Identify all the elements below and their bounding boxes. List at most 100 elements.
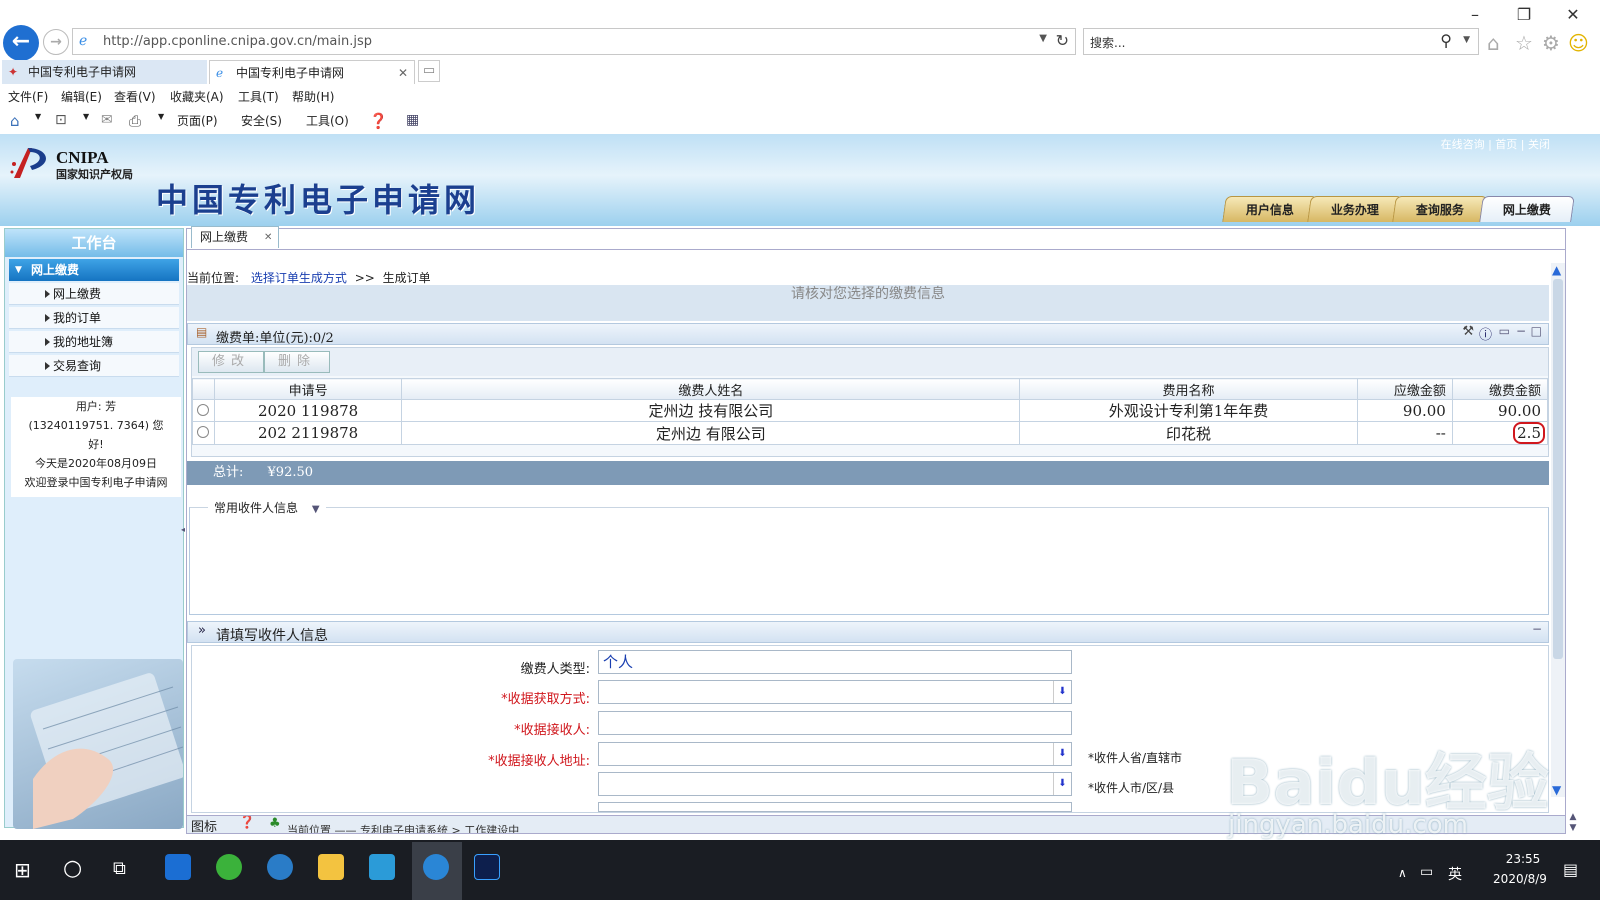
scroll-up-icon[interactable]: ▲ bbox=[1552, 263, 1561, 277]
network-icon[interactable]: ▭ bbox=[1420, 864, 1433, 880]
edge-icon[interactable] bbox=[165, 854, 191, 880]
rss-icon[interactable]: ⊡ bbox=[55, 112, 67, 128]
row-radio[interactable] bbox=[197, 403, 210, 416]
home-icon[interactable]: ⌂ bbox=[10, 112, 20, 130]
payer-type-field[interactable]: 个人 bbox=[598, 650, 1072, 674]
sidebar-item-online-payment[interactable]: 网上缴费 bbox=[9, 283, 179, 305]
help-icon[interactable]: ❓ bbox=[369, 112, 388, 130]
city-select[interactable]: ⬇ bbox=[598, 772, 1072, 796]
chevron-up-icon[interactable]: ∧ bbox=[1398, 866, 1407, 880]
col-app-no[interactable]: 申请号 bbox=[213, 378, 403, 400]
menu-tools[interactable]: 工具(T) bbox=[238, 88, 279, 105]
home-icon[interactable]: ⌂ bbox=[1487, 31, 1500, 55]
chevron-down-icon[interactable]: ⬇ bbox=[1053, 681, 1071, 703]
windows-start-icon[interactable]: ⊞ bbox=[14, 858, 31, 882]
tab-query[interactable]: 查询服务 bbox=[1392, 196, 1488, 222]
menu-view[interactable]: 查看(V) bbox=[114, 88, 156, 105]
col-payer[interactable]: 缴费人姓名 bbox=[401, 378, 1021, 400]
browser-360-icon[interactable] bbox=[216, 854, 242, 880]
help-icon[interactable]: ❓ bbox=[239, 816, 255, 830]
clock-date[interactable]: 2020/8/9 bbox=[1480, 872, 1560, 886]
chevron-down-icon[interactable]: ▼ bbox=[158, 112, 164, 121]
dropdown-icon[interactable]: ▼ bbox=[1039, 33, 1047, 44]
tab-close-icon[interactable]: ✕ bbox=[264, 227, 272, 248]
maximize-panel-icon[interactable]: □ bbox=[1531, 324, 1542, 338]
smiley-feedback-icon[interactable]: ☺ bbox=[1568, 31, 1589, 55]
col-paid[interactable]: 缴费金额 bbox=[1451, 378, 1549, 400]
tab-close-icon[interactable]: ✕ bbox=[398, 61, 408, 85]
photoshop-icon[interactable] bbox=[474, 854, 500, 880]
menu-edit[interactable]: 编辑(E) bbox=[61, 88, 102, 105]
tab-business[interactable]: 业务办理 bbox=[1307, 196, 1403, 222]
collapse-sidebar-icon[interactable]: ◂ bbox=[181, 525, 185, 534]
address-detail-input[interactable] bbox=[598, 802, 1072, 812]
province-select[interactable]: ⬇ bbox=[598, 742, 1072, 766]
receipt-receiver-input[interactable] bbox=[598, 711, 1072, 735]
address-bar[interactable]: ℯ http://app.cponline.cnipa.gov.cn/main.… bbox=[72, 28, 1076, 55]
menu-file[interactable]: 文件(F) bbox=[8, 88, 48, 105]
common-recipient-legend[interactable]: 常用收件人信息 ▼ bbox=[208, 499, 326, 516]
receipt-method-select[interactable]: ⬇ bbox=[598, 680, 1072, 704]
ime-indicator[interactable]: 英 bbox=[1448, 864, 1462, 884]
browser-tab-2[interactable]: ℯ 中国专利电子申请网 ✕ bbox=[209, 60, 415, 84]
content-tab[interactable]: 网上缴费 ✕ bbox=[191, 226, 279, 248]
cmd-page[interactable]: 页面(P) bbox=[177, 112, 218, 129]
gear-icon[interactable]: ⚙ bbox=[1542, 31, 1560, 55]
scroll-down-icon[interactable]: ▼ bbox=[1552, 783, 1561, 797]
page-scroll-icon[interactable]: ▲ ▼ bbox=[1566, 812, 1580, 834]
internet-explorer-icon[interactable] bbox=[423, 854, 449, 880]
new-tab-icon[interactable]: ▭ bbox=[418, 60, 440, 82]
sidebar-item-address-book[interactable]: 我的地址簿 bbox=[9, 331, 179, 353]
cmd-tools[interactable]: 工具(O) bbox=[306, 112, 349, 129]
clock-time[interactable]: 23:55 bbox=[1488, 852, 1558, 866]
browser-tab-1[interactable]: ✦ 中国专利电子申请网 bbox=[2, 60, 207, 84]
delete-button[interactable]: 删除 bbox=[264, 351, 330, 373]
forward-icon[interactable]: → bbox=[43, 29, 69, 55]
favorites-star-icon[interactable]: ☆ bbox=[1515, 31, 1533, 55]
file-explorer-icon[interactable] bbox=[318, 854, 344, 880]
sidebar-item-transactions[interactable]: 交易查询 bbox=[9, 355, 179, 377]
mail-icon[interactable]: ✉ bbox=[101, 112, 113, 128]
row-radio[interactable] bbox=[197, 426, 210, 438]
cmd-safety[interactable]: 安全(S) bbox=[241, 112, 282, 129]
notification-icon[interactable]: ▤ bbox=[1563, 860, 1578, 879]
chevron-down-icon[interactable]: ▼ bbox=[83, 112, 89, 121]
search-box[interactable]: 搜索... ⚲ ▼ bbox=[1083, 28, 1479, 55]
chevron-down-icon[interactable]: ⬇ bbox=[1053, 743, 1071, 765]
col-fee-name[interactable]: 费用名称 bbox=[1019, 378, 1358, 400]
chevron-down-icon[interactable]: ▼ bbox=[1463, 35, 1470, 45]
sidebar-item-my-orders[interactable]: 我的订单 bbox=[9, 307, 179, 329]
refresh-icon[interactable]: ↻ bbox=[1056, 31, 1069, 50]
tab-online-payment[interactable]: 网上缴费 bbox=[1479, 196, 1575, 222]
table-row[interactable]: 202 2119878 定州边 有限公司 印花税 -- 2.5 bbox=[192, 421, 1549, 445]
research-icon[interactable]: ▦ bbox=[406, 112, 419, 128]
chevron-down-icon[interactable]: ▼ bbox=[312, 504, 320, 515]
minimize-panel-icon[interactable]: − bbox=[1516, 324, 1526, 338]
word-icon[interactable] bbox=[369, 854, 395, 880]
tools-icon[interactable]: ⚒ bbox=[1462, 324, 1474, 339]
menu-help[interactable]: 帮助(H) bbox=[292, 88, 334, 105]
modify-button[interactable]: 修改 bbox=[198, 351, 264, 373]
minimize-icon[interactable]: – bbox=[1458, 4, 1492, 26]
close-icon[interactable]: ✕ bbox=[1556, 4, 1590, 26]
list-icon[interactable]: ▭ bbox=[1499, 324, 1510, 338]
col-due[interactable]: 应缴金额 bbox=[1356, 378, 1453, 400]
search-icon[interactable]: ⚲ bbox=[1440, 31, 1452, 50]
task-view-icon[interactable]: ⧉ bbox=[113, 858, 126, 879]
sidebar-group-payment[interactable]: ▼ 网上缴费 bbox=[9, 259, 179, 281]
top-links[interactable]: 在线咨询 | 首页 | 关闭 bbox=[1441, 136, 1550, 152]
tab-user-info[interactable]: 用户信息 bbox=[1222, 196, 1318, 222]
breadcrumb-link[interactable]: 选择订单生成方式 bbox=[251, 271, 347, 285]
info-icon[interactable]: ⓘ bbox=[1479, 324, 1492, 343]
scrollbar[interactable]: ▲ ▼ bbox=[1551, 263, 1565, 797]
collapse-panel-icon[interactable]: − bbox=[1532, 622, 1542, 636]
chevron-down-icon[interactable]: ⬇ bbox=[1053, 773, 1071, 795]
chevron-down-icon[interactable]: ▼ bbox=[35, 112, 41, 121]
app-globe-icon[interactable] bbox=[267, 854, 293, 880]
table-row[interactable]: 2020 119878 定州边 技有限公司 外观设计专利第1年年费 90.00 … bbox=[192, 399, 1549, 422]
restore-icon[interactable]: ❐ bbox=[1507, 4, 1541, 26]
print-icon[interactable]: ⎙ bbox=[129, 112, 141, 130]
menu-favorites[interactable]: 收藏夹(A) bbox=[170, 88, 224, 105]
back-icon[interactable]: ← bbox=[3, 25, 39, 61]
scroll-thumb[interactable] bbox=[1553, 279, 1563, 659]
